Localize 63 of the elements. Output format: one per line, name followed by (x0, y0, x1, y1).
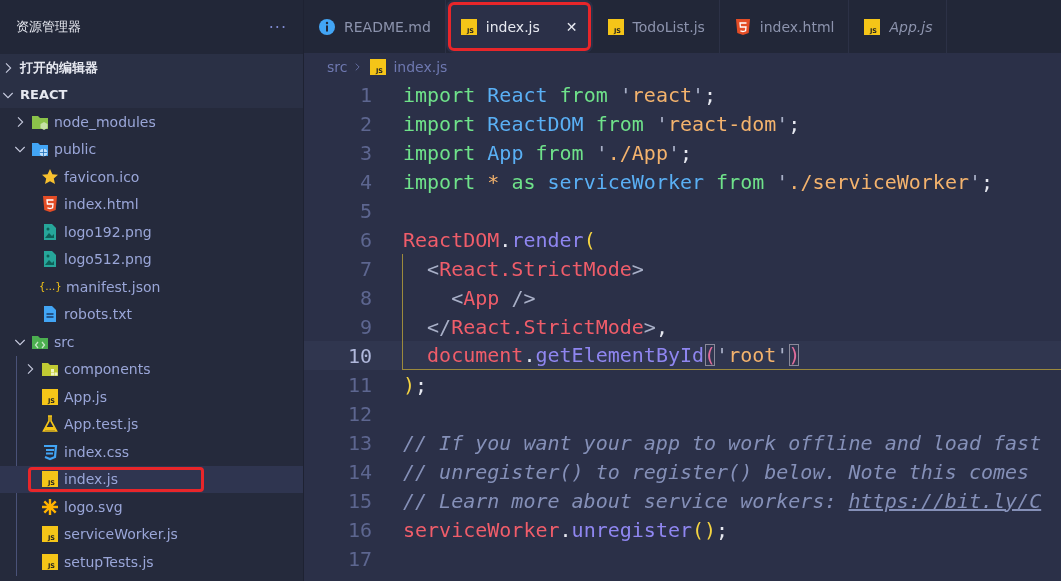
flask-icon (41, 415, 59, 434)
more-actions-button[interactable]: ··· (268, 17, 287, 37)
braces-icon: {…} (39, 281, 61, 293)
tree-item[interactable]: robots.txt (0, 300, 303, 328)
line-number: 3 (358, 140, 373, 165)
tree-item[interactable]: favicon.ico (0, 163, 303, 191)
asterisk-icon (41, 497, 59, 516)
tree-item[interactable]: logo.svg (0, 493, 303, 521)
tree-item[interactable]: logo512.png (0, 245, 303, 273)
section-header[interactable]: REACT (0, 81, 303, 108)
line-number: 8 (358, 285, 373, 310)
code-line: // Learn more about service workers: https://bit.ly/C (402, 487, 1043, 515)
line-number: 13 (346, 430, 373, 455)
html5-icon (41, 195, 59, 214)
tree-item[interactable]: index.html (0, 190, 303, 218)
line-number: 1 (358, 82, 373, 107)
tree-item[interactable]: public (0, 135, 303, 163)
code-line: import ReactDOM from 'react-dom'; (402, 110, 802, 138)
line-number: 7 (358, 256, 373, 281)
image-file-icon (41, 222, 59, 241)
line-number: 12 (346, 401, 373, 426)
tree-item[interactable]: index.css (0, 438, 303, 466)
code-line: document.getElementById('root') (402, 341, 1061, 370)
folder-globe-icon (31, 140, 49, 159)
line-number: 15 (346, 488, 373, 513)
code-line: // If you want your app to work offline and load fast (402, 429, 1043, 457)
tree-item[interactable]: components (0, 355, 303, 383)
line-number: 17 (346, 546, 373, 571)
tree-item[interactable]: node_modules (0, 108, 303, 136)
tree-item[interactable]: src (0, 328, 303, 356)
explorer-title: 资源管理器 (16, 18, 81, 36)
line-number: 10 (346, 343, 373, 368)
code-line: ); (402, 371, 429, 399)
info-icon (318, 17, 336, 36)
breadcrumb-item[interactable]: index.js (393, 58, 448, 75)
tree-item[interactable]: {…} manifest.json (0, 273, 303, 301)
line-number: 4 (358, 169, 373, 194)
code-line: ReactDOM.render( (402, 226, 597, 254)
document-icon (41, 305, 59, 324)
breadcrumb-item[interactable]: src (327, 58, 348, 75)
tree-item[interactable]: logo192.png (0, 218, 303, 246)
line-number: 5 (358, 198, 373, 223)
code-line: import App from './App'; (402, 139, 694, 167)
tree-item[interactable]: App.test.js (0, 410, 303, 438)
line-number: 9 (358, 314, 373, 339)
html5-icon (733, 17, 752, 36)
code-line: <React.StrictMode> (402, 254, 1061, 283)
code-line: import React from 'react'; (402, 81, 718, 109)
css3-icon (41, 442, 59, 461)
line-number: 14 (346, 459, 373, 484)
folder-icon (41, 360, 59, 379)
section-header[interactable]: 打开的编辑器 (0, 54, 303, 81)
code-line: <App /> (402, 283, 1061, 312)
line-number: 11 (346, 372, 373, 397)
code-line: // unregister() to register() below. Note this comes (402, 458, 1031, 486)
line-number: 2 (358, 111, 373, 136)
line-number: 16 (346, 517, 373, 542)
image-file-icon (41, 250, 59, 269)
line-number: 6 (358, 227, 373, 252)
close-icon[interactable]: ✕ (565, 18, 578, 35)
star-icon (41, 167, 59, 186)
code-line: serviceWorker.unregister(); (402, 516, 730, 544)
code-line: import * as serviceWorker from './serviceWorker'; (402, 168, 995, 196)
